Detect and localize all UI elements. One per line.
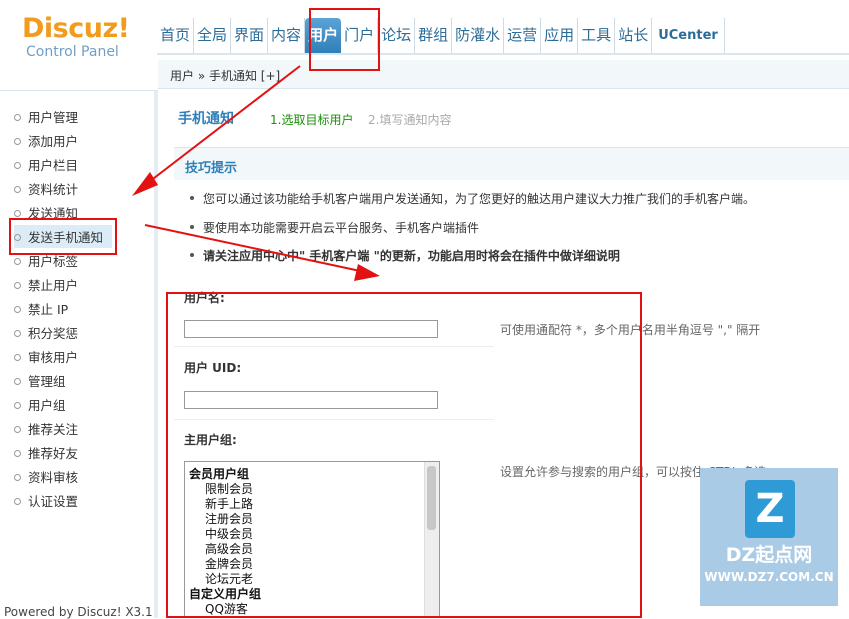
tip-text: 请关注应用中心中" 手机客户端 "的更新，功能启用时将会在插件中做详细说明 xyxy=(203,249,620,263)
bullet-icon xyxy=(190,252,194,257)
bullet-icon xyxy=(14,498,21,505)
bullet-icon xyxy=(14,330,21,337)
bullet-icon xyxy=(190,195,194,200)
tip-text: 要使用本功能需要开启云平台服务、手机客户端插件 xyxy=(203,221,480,235)
sidebar-item-profile-audit[interactable]: 资料审核 xyxy=(14,467,78,486)
bullet-icon xyxy=(14,354,21,361)
bullet-icon xyxy=(190,224,194,229)
sidebar-item-label: 管理组 xyxy=(28,374,66,389)
brand-name: Discuz! xyxy=(22,13,130,44)
sidebar-item-label: 资料统计 xyxy=(28,182,79,197)
bullet-icon xyxy=(14,282,21,289)
step-fill-content[interactable]: 2.填写通知内容 xyxy=(368,111,451,128)
watermark-logo-icon: Z xyxy=(745,480,795,538)
bullet-icon xyxy=(14,378,21,385)
tips-title: 技巧提示 xyxy=(185,161,238,176)
sidebar-item-label: 推荐关注 xyxy=(28,422,79,437)
nav-forum[interactable]: 论坛 xyxy=(378,18,416,53)
sidebar-item-verify-settings[interactable]: 认证设置 xyxy=(14,491,78,510)
sidebar-item-label: 积分奖惩 xyxy=(28,326,79,341)
sidebar-item-label: 禁止用户 xyxy=(28,278,79,293)
tip-item: 您可以通过该功能给手机客户端用户发送通知，为了您更好的触达用户建议大力推广我们的… xyxy=(190,190,755,207)
watermark-name: DZ起点网 xyxy=(725,544,813,566)
header: Discuz! Control Panel 首页 全局 界面 内容 用户 门户 … xyxy=(0,0,849,61)
sidebar-item-user-columns[interactable]: 用户栏目 xyxy=(14,155,78,174)
sidebar-item-label: 用户组 xyxy=(28,398,66,413)
bullet-icon xyxy=(14,306,21,313)
sidebar-item-label: 推荐好友 xyxy=(28,446,79,461)
bullet-icon xyxy=(14,450,21,457)
tip-text: 您可以通过该功能给手机客户端用户发送通知，为了您更好的触达用户建议大力推广我们的… xyxy=(203,192,756,206)
nav-interface[interactable]: 界面 xyxy=(231,18,269,53)
sidebar-item-label: 用户栏目 xyxy=(28,158,79,173)
brand-subtitle: Control Panel xyxy=(26,44,119,60)
annotation-box-nav xyxy=(309,8,380,71)
nav-operation[interactable]: 运营 xyxy=(504,18,542,53)
powered-by: Powered by Discuz! X3.1 xyxy=(4,605,153,619)
nav-antispam[interactable]: 防灌水 xyxy=(452,18,505,53)
sidebar-item-recommend-friend[interactable]: 推荐好友 xyxy=(14,443,78,462)
sidebar-item-profile-stats[interactable]: 资料统计 xyxy=(14,179,78,198)
site-watermark: Z DZ起点网 WWW.DZ7.COM.CN xyxy=(700,468,838,606)
tip-item: 请关注应用中心中" 手机客户端 "的更新，功能启用时将会在插件中做详细说明 xyxy=(190,247,620,264)
bullet-icon xyxy=(14,210,21,217)
bullet-icon xyxy=(14,162,21,169)
sidebar-item-ban-ip[interactable]: 禁止 IP xyxy=(14,299,68,318)
bullet-icon xyxy=(14,138,21,145)
nav-apps[interactable]: 应用 xyxy=(541,18,579,53)
bullet-icon xyxy=(14,258,21,265)
nav-tools[interactable]: 工具 xyxy=(578,18,616,53)
sidebar-item-ban-user[interactable]: 禁止用户 xyxy=(14,275,78,294)
nav-divider xyxy=(157,53,849,55)
step-select-users[interactable]: 1.选取目标用户 xyxy=(270,111,353,128)
nav-home[interactable]: 首页 xyxy=(157,18,195,53)
sidebar-item-label: 用户管理 xyxy=(28,110,79,125)
tip-item: 要使用本功能需要开启云平台服务、手机客户端插件 xyxy=(190,219,479,236)
breadcrumb-text[interactable]: 用户 » 手机通知 [+] xyxy=(170,67,280,84)
sidebar-item-label: 资料审核 xyxy=(28,470,79,485)
bullet-icon xyxy=(14,114,21,121)
sidebar-item-audit-user[interactable]: 审核用户 xyxy=(14,347,78,366)
discuz-logo[interactable]: Discuz! Control Panel xyxy=(22,13,152,61)
breadcrumb: 用户 » 手机通知 [+] xyxy=(158,60,849,89)
bullet-icon xyxy=(14,474,21,481)
sidebar-item-label: 禁止 IP xyxy=(28,302,69,317)
sidebar-item-credits-reward[interactable]: 积分奖惩 xyxy=(14,323,78,342)
nav-group[interactable]: 群组 xyxy=(415,18,453,53)
sidebar-item-label: 审核用户 xyxy=(28,350,79,365)
sidebar-item-label: 添加用户 xyxy=(28,134,79,149)
bullet-icon xyxy=(14,426,21,433)
page-title: 手机通知 xyxy=(178,111,234,127)
watermark-url: WWW.DZ7.COM.CN xyxy=(704,570,834,584)
annotation-box-sidebar xyxy=(9,218,117,255)
nav-ucenter[interactable]: UCenter xyxy=(652,18,725,53)
bullet-icon xyxy=(14,402,21,409)
sidebar-item-label: 认证设置 xyxy=(28,494,79,509)
top-nav: 首页 全局 界面 内容 用户 门户 论坛 群组 防灌水 运营 应用 工具 站长 … xyxy=(157,18,725,53)
sidebar-item-label: 用户标签 xyxy=(28,254,79,269)
sidebar-item-add-user[interactable]: 添加用户 xyxy=(14,131,78,150)
nav-content[interactable]: 内容 xyxy=(268,18,306,53)
sidebar-item-admin-group[interactable]: 管理组 xyxy=(14,371,66,390)
nav-webmaster[interactable]: 站长 xyxy=(615,18,653,53)
annotation-box-form xyxy=(166,292,642,618)
bullet-icon xyxy=(14,186,21,193)
sidebar-item-user-group[interactable]: 用户组 xyxy=(14,395,66,414)
sidebar-item-user-manage[interactable]: 用户管理 xyxy=(14,107,78,126)
tips-header xyxy=(174,147,849,180)
sidebar-item-recommend-follow[interactable]: 推荐关注 xyxy=(14,419,78,438)
nav-global[interactable]: 全局 xyxy=(194,18,232,53)
arrow-head-icon xyxy=(354,264,380,281)
